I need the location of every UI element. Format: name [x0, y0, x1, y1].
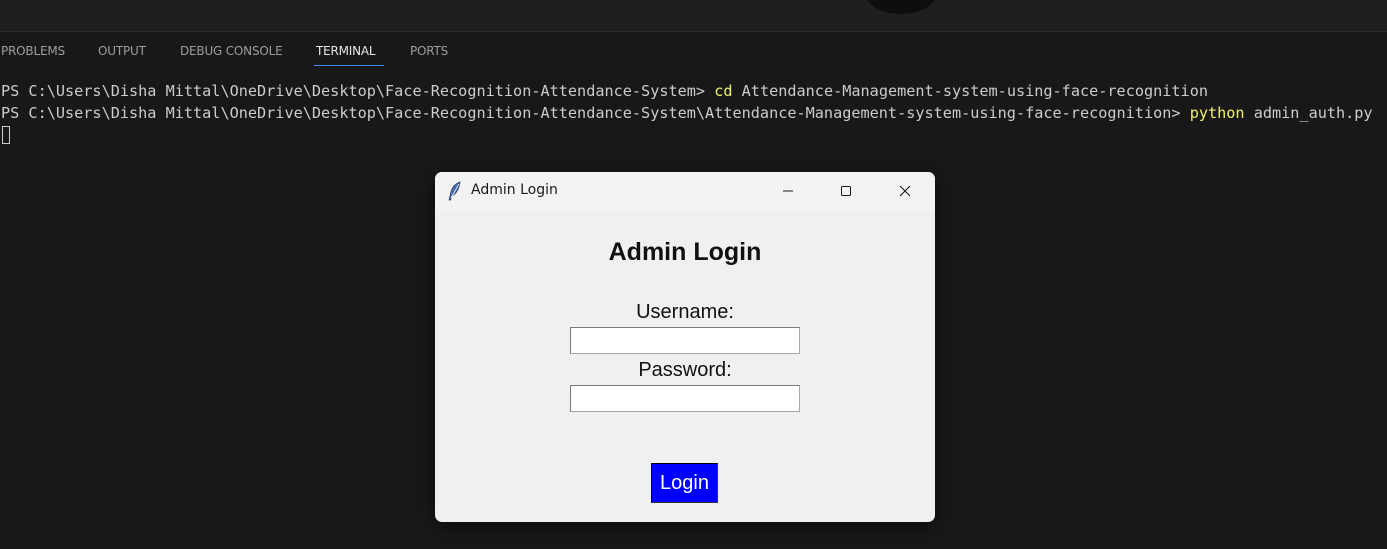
terminal-cursor	[2, 126, 10, 144]
terminal-args: admin_auth.py	[1244, 104, 1373, 122]
tab-terminal[interactable]: TERMINAL	[316, 44, 376, 58]
close-button[interactable]	[876, 172, 934, 210]
password-label: Password:	[638, 359, 732, 381]
panel-tab-bar: PROBLEMS OUTPUT DEBUG CONSOLE TERMINAL P…	[0, 32, 1387, 68]
tab-problems[interactable]: PROBLEMS	[1, 44, 65, 58]
terminal-command: cd	[714, 82, 733, 100]
tab-output[interactable]: OUTPUT	[98, 44, 146, 58]
close-icon	[899, 185, 911, 197]
active-tab-indicator	[314, 65, 384, 66]
password-input[interactable]	[570, 385, 800, 412]
login-button[interactable]: Login	[651, 463, 718, 503]
terminal-line: PS C:\Users\Disha Mittal\OneDrive\Deskto…	[0, 80, 1387, 102]
username-input[interactable]	[570, 327, 800, 354]
terminal-args: Attendance-Management-system-using-face-…	[732, 82, 1208, 100]
maximize-button[interactable]	[817, 172, 875, 210]
username-label: Username:	[636, 301, 734, 323]
editor-top-strip	[0, 0, 1387, 32]
tab-debug-console[interactable]: DEBUG CONSOLE	[180, 44, 283, 58]
minimize-icon	[783, 190, 793, 192]
maximize-icon	[841, 186, 851, 196]
minimize-button[interactable]	[759, 172, 817, 210]
terminal-input-line[interactable]	[0, 124, 1387, 146]
tab-ports[interactable]: PORTS	[410, 44, 448, 58]
admin-login-window: Admin Login Admin Login Username: Passwo…	[435, 172, 935, 522]
window-title: Admin Login	[471, 182, 558, 198]
login-form: Admin Login Username: Password: Login	[435, 210, 935, 522]
terminal-prompt: PS C:\Users\Disha Mittal\OneDrive\Deskto…	[1, 82, 715, 100]
form-heading: Admin Login	[608, 238, 762, 266]
terminal-line: PS C:\Users\Disha Mittal\OneDrive\Deskto…	[0, 102, 1387, 124]
window-titlebar[interactable]: Admin Login	[435, 172, 935, 210]
feather-icon	[447, 181, 463, 201]
terminal-command: python	[1189, 104, 1245, 122]
terminal-prompt: PS C:\Users\Disha Mittal\OneDrive\Deskto…	[1, 104, 1190, 122]
terminal-output[interactable]: PS C:\Users\Disha Mittal\OneDrive\Deskto…	[0, 80, 1387, 146]
editor-top-shape	[866, 0, 936, 14]
